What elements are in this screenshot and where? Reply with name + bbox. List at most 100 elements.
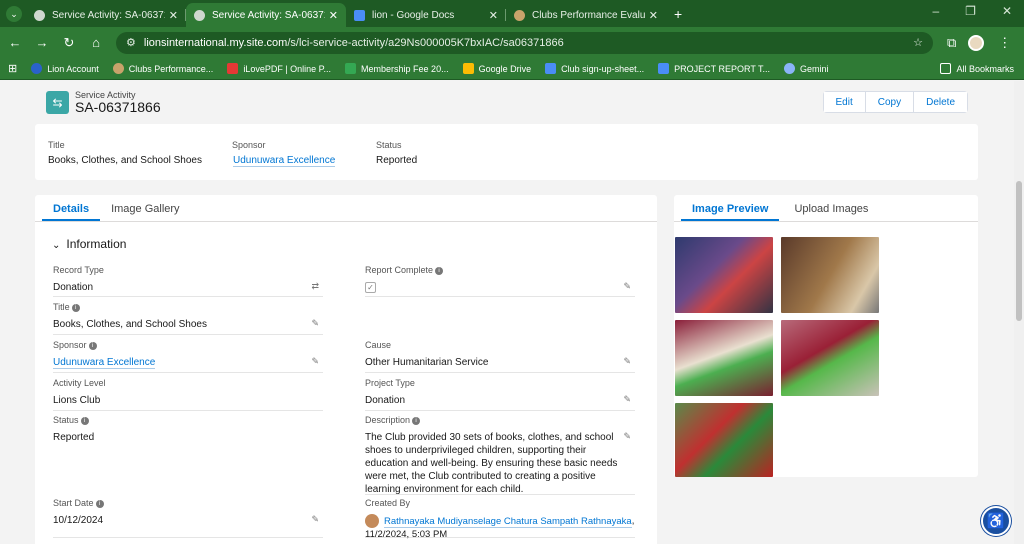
tab-title: Service Activity: SA-06371744 — [52, 9, 165, 21]
service-activity-icon: ⇆ — [46, 91, 69, 114]
highlight-status: Status Reported — [376, 140, 418, 166]
field-report-complete: Report Complete i ✓ ✎ — [365, 265, 635, 297]
accessibility-icon[interactable]: ♿ — [981, 506, 1011, 536]
close-icon[interactable]: ✕ — [329, 9, 338, 22]
highlights-panel: Title Books, Clothes, and School Shoes S… — [35, 124, 978, 180]
field-activity-level: Activity Level Lions Club — [53, 378, 323, 411]
apps-icon[interactable]: ⊞ — [8, 62, 17, 75]
browser-tab[interactable]: Service Activity: SA-06371744 ✕ — [26, 3, 186, 27]
edit-pencil-icon[interactable]: ✎ — [311, 356, 319, 367]
field-description: Description i The Club provided 30 sets o… — [365, 415, 635, 495]
bookmark-item[interactable]: Club sign-up-sheet... — [545, 63, 644, 74]
close-window-icon[interactable]: ✕ — [1002, 4, 1012, 18]
tab-details[interactable]: Details — [42, 195, 101, 221]
tab-title: lion - Google Docs — [372, 9, 455, 21]
forward-icon[interactable]: → — [30, 35, 54, 50]
activity-photo[interactable] — [675, 237, 773, 313]
record-actions: Edit Copy Delete — [822, 91, 968, 113]
close-icon[interactable]: ✕ — [169, 9, 178, 22]
tab-title: Service Activity: SA-06371866 — [212, 9, 325, 21]
creator-avatar — [365, 514, 379, 528]
home-icon[interactable]: ⌂ — [84, 35, 108, 50]
bookmark-item[interactable]: Lion Account — [31, 63, 99, 74]
sponsor-link[interactable]: Udunuwara Excellence — [233, 155, 336, 167]
creator-link[interactable]: Rathnayaka Mudiyanselage Chatura Sampath… — [384, 515, 632, 528]
bookmark-item[interactable]: iLovePDF | Online P... — [227, 63, 331, 74]
bookmark-item[interactable]: Gemini — [784, 63, 829, 74]
report-complete-checkbox[interactable]: ✓ — [365, 282, 376, 293]
new-tab-icon[interactable]: + — [674, 6, 682, 22]
close-icon[interactable]: ✕ — [489, 9, 498, 22]
info-icon[interactable]: i — [95, 499, 104, 508]
all-bookmarks[interactable]: All Bookmarks — [940, 63, 1014, 74]
information-section-header[interactable]: ⌄ Information — [52, 237, 126, 251]
browser-tab-strip: ⌄ Service Activity: SA-06371744 ✕ Service… — [0, 0, 1024, 27]
copy-button[interactable]: Copy — [865, 92, 915, 112]
record-header: ⇆ Service Activity SA-06371866 Edit Copy… — [35, 81, 978, 123]
url-input[interactable]: ⚙ lionsinternational.my.site.com/s/lci-s… — [116, 31, 933, 54]
tab-image-gallery[interactable]: Image Gallery — [100, 195, 190, 221]
bookmark-item[interactable]: PROJECT REPORT T... — [658, 63, 770, 74]
club-icon — [514, 9, 525, 21]
edit-button[interactable]: Edit — [823, 92, 866, 112]
field-sponsor: Sponsor i Udunuwara Excellence ✎ — [53, 340, 323, 373]
info-icon[interactable]: i — [88, 341, 97, 350]
browser-tab[interactable]: Clubs Performance Evaluation S ✕ — [506, 3, 666, 27]
info-icon[interactable]: i — [435, 266, 444, 275]
edit-pencil-icon[interactable]: ✎ — [623, 281, 631, 292]
delete-button[interactable]: Delete — [914, 92, 967, 112]
field-project-type: Project Type Donation ✎ — [365, 378, 635, 411]
highlight-sponsor: Sponsor Udunuwara Excellence — [232, 140, 336, 167]
maximize-icon[interactable]: ❐ — [965, 4, 976, 18]
bookmarks-bar: ⊞ Lion Account Clubs Performance... iLov… — [0, 58, 1024, 80]
change-record-type-icon[interactable]: ⇄ — [311, 281, 319, 292]
browser-tab-active[interactable]: Service Activity: SA-06371866 ✕ — [186, 3, 346, 27]
page-content: ⇆ Service Activity SA-06371866 Edit Copy… — [0, 81, 1024, 544]
edit-pencil-icon[interactable]: ✎ — [623, 431, 631, 442]
info-icon[interactable]: i — [80, 416, 89, 425]
back-icon[interactable]: ← — [3, 35, 27, 50]
close-icon[interactable]: ✕ — [649, 9, 658, 22]
field-cause: Cause Other Humanitarian Service ✎ — [365, 340, 635, 373]
address-bar-row: ← → ↻ ⌂ ⚙ lionsinternational.my.site.com… — [0, 27, 1024, 58]
details-card: Details Image Gallery ⌄ Information Recor… — [35, 195, 657, 544]
bookmark-item[interactable]: Clubs Performance... — [112, 63, 213, 74]
bookmark-item[interactable]: Google Drive — [462, 63, 531, 74]
activity-photo[interactable] — [781, 320, 879, 396]
edit-pencil-icon[interactable]: ✎ — [623, 394, 631, 405]
info-icon[interactable]: i — [412, 416, 421, 425]
bookmark-item[interactable]: Membership Fee 20... — [345, 63, 449, 74]
details-tabbar: Details Image Gallery — [35, 195, 657, 222]
profile-avatar[interactable] — [968, 34, 985, 51]
edit-pencil-icon[interactable]: ✎ — [311, 318, 319, 329]
tab-upload-images[interactable]: Upload Images — [783, 195, 879, 221]
field-title: Title i Books, Clothes, and School Shoes … — [53, 302, 323, 335]
reload-icon[interactable]: ↻ — [57, 35, 81, 51]
field-created-by: Created By Rathnayaka Mudiyanselage Chat… — [365, 498, 635, 540]
sponsor-link[interactable]: Udunuwara Excellence — [53, 357, 156, 369]
tab-title: Clubs Performance Evaluation S — [532, 9, 645, 21]
star-icon[interactable]: ☆ — [913, 36, 923, 49]
activity-photo[interactable] — [781, 237, 879, 313]
minimize-icon[interactable]: – — [932, 4, 939, 18]
site-info-icon[interactable]: ⚙ — [126, 36, 136, 49]
page-scrollbar[interactable] — [1014, 81, 1024, 544]
activity-photo[interactable] — [675, 403, 773, 477]
activity-photo[interactable] — [675, 320, 773, 396]
tab-search-icon[interactable]: ⌄ — [6, 6, 22, 22]
globe-icon — [194, 9, 205, 21]
tab-image-preview[interactable]: Image Preview — [681, 195, 780, 221]
extensions-icon[interactable]: ⧉ — [947, 35, 956, 51]
globe-icon — [34, 9, 45, 21]
url-host: lionsinternational.my.site.com — [143, 36, 288, 49]
browser-tab[interactable]: lion - Google Docs ✕ — [346, 3, 506, 27]
window-controls: – ❐ ✕ — [932, 4, 1024, 18]
menu-icon[interactable]: ⋮ — [998, 35, 1011, 51]
chevron-down-icon: ⌄ — [52, 240, 61, 251]
info-icon[interactable]: i — [71, 303, 80, 312]
field-start-date: Start Date i 10/12/2024 ✎ — [53, 498, 323, 538]
edit-pencil-icon[interactable]: ✎ — [311, 514, 319, 525]
edit-pencil-icon[interactable]: ✎ — [623, 356, 631, 367]
highlight-title: Title Books, Clothes, and School Shoes — [48, 140, 202, 166]
field-record-type: Record Type Donation ⇄ — [53, 265, 323, 297]
